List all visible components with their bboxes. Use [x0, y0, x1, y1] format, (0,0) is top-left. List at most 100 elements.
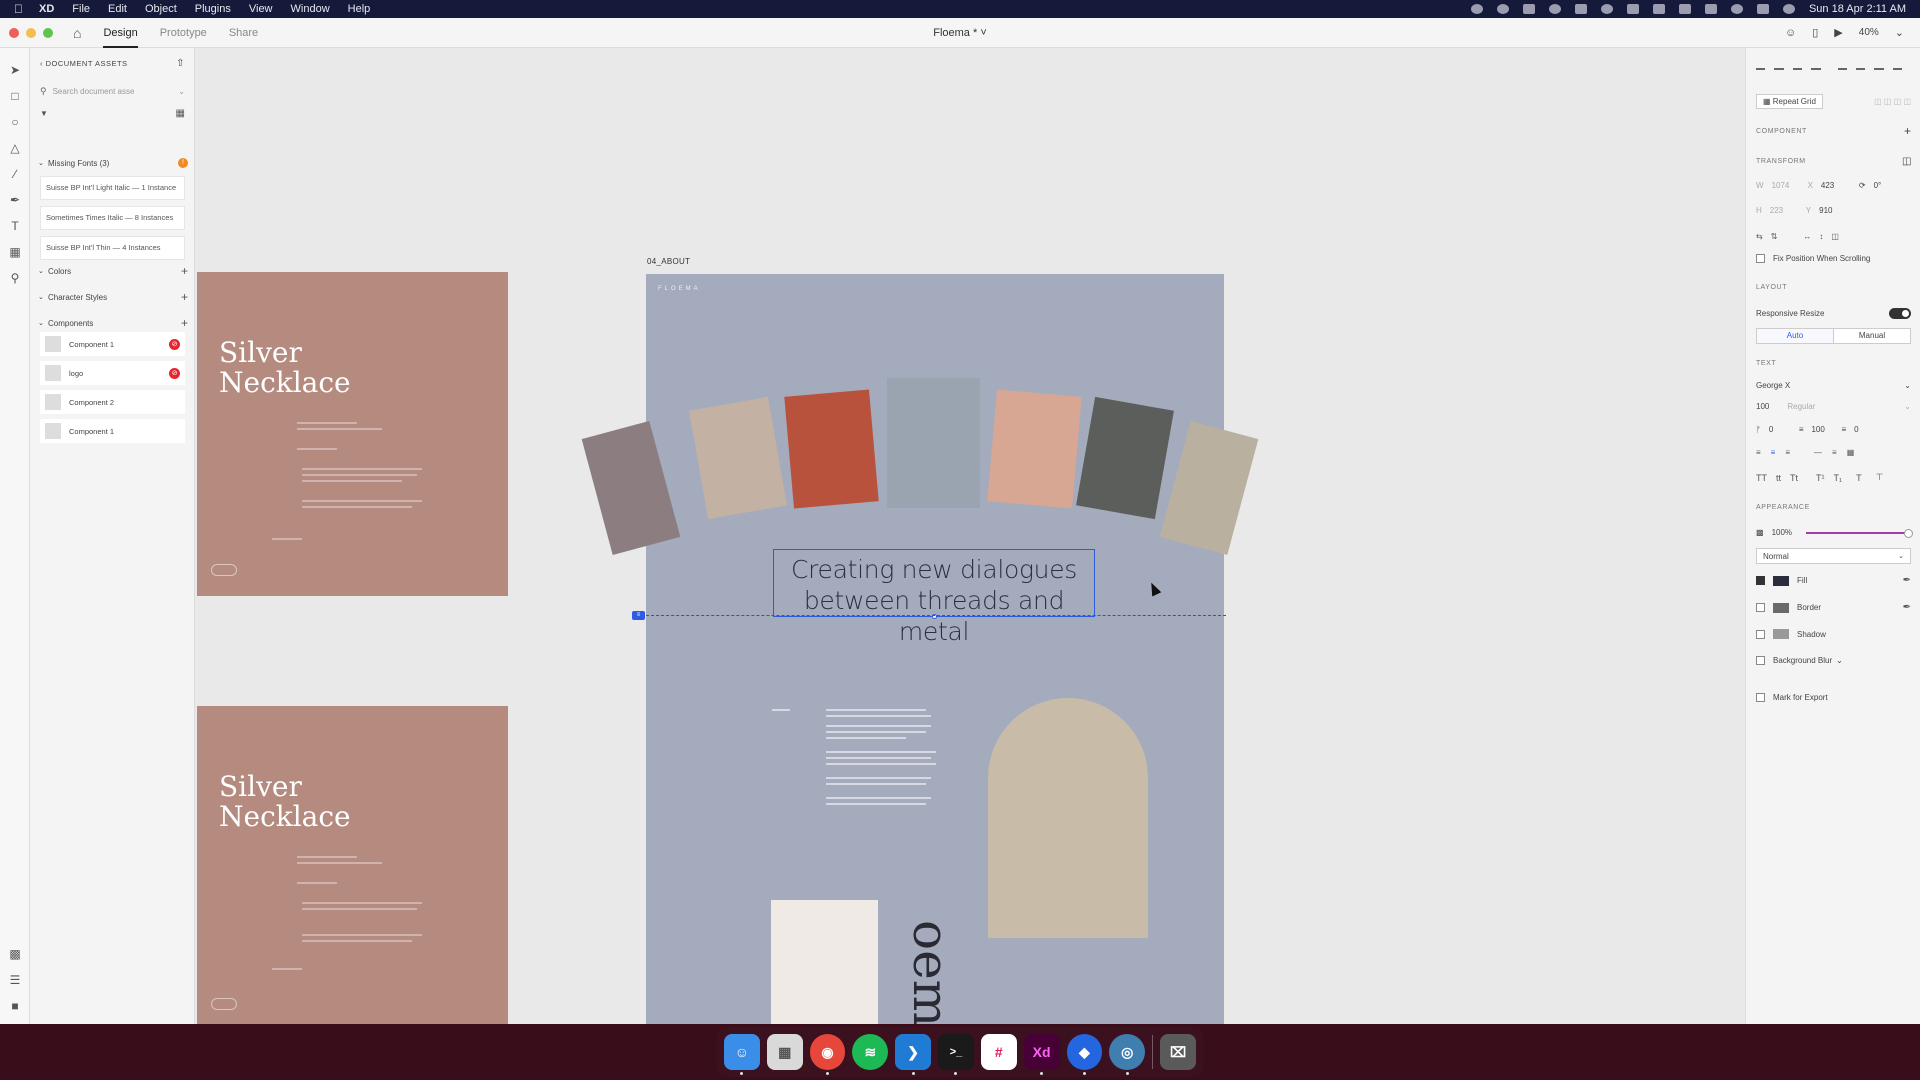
underline-icon[interactable]: T — [1856, 473, 1862, 483]
battery-icon[interactable] — [1626, 4, 1639, 14]
width-input[interactable]: 1074 — [1772, 181, 1806, 190]
cloud-icon[interactable] — [1522, 4, 1535, 14]
fit-both-icon[interactable]: ◫ — [1831, 232, 1839, 241]
zoom-button[interactable] — [43, 27, 53, 38]
creative-cloud-icon[interactable] — [1496, 4, 1509, 14]
dock-chrome-icon[interactable]: ◉ — [809, 1034, 846, 1075]
boolean-ops-icons[interactable]: ◫ ◫ ◫ ◫ — [1874, 97, 1911, 106]
eyedropper-icon[interactable]: ✒ — [1903, 602, 1911, 613]
component-item[interactable]: Component 1 ⊘ — [40, 332, 185, 356]
photo-model-3[interactable] — [784, 389, 879, 509]
dock-terminal-icon[interactable]: >_ — [938, 1034, 974, 1075]
upload-icon[interactable] — [1574, 4, 1587, 14]
text-tool-icon[interactable]: T — [7, 218, 23, 234]
photo-model-5[interactable] — [987, 389, 1082, 509]
menu-plugins[interactable]: Plugins — [195, 3, 231, 15]
fill-swatch[interactable] — [1773, 575, 1789, 586]
titlecase-icon[interactable]: Tt — [1790, 473, 1798, 483]
lowercase-icon[interactable]: tt — [1776, 473, 1781, 483]
fit-width-icon[interactable]: ↔ — [1803, 232, 1811, 241]
mute-icon[interactable] — [1704, 4, 1717, 14]
plugins-icon[interactable]: ▩ — [7, 946, 23, 962]
shadow-swatch[interactable] — [1773, 629, 1789, 639]
add-style-icon[interactable]: + — [181, 290, 188, 304]
uppercase-icon[interactable]: TT — [1756, 473, 1767, 483]
auto-height-icon[interactable]: ≡ — [1832, 448, 1837, 457]
blend-mode-select[interactable]: Normal ⌄ — [1756, 548, 1911, 564]
dock-slack-icon[interactable]: # — [980, 1034, 1017, 1070]
zoom-tool-icon[interactable]: ⚲ — [7, 270, 23, 286]
document-title[interactable]: Floema * ˅ — [933, 27, 987, 39]
ellipse-tool-icon[interactable]: ○ — [7, 114, 23, 130]
dock-trash-icon[interactable]: ⌧ — [1160, 1034, 1196, 1070]
font-size-input[interactable]: 100 — [1756, 402, 1769, 411]
superscript-icon[interactable]: T¹ — [1816, 473, 1825, 483]
add-component-icon[interactable]: + — [1904, 124, 1911, 138]
sync-icon[interactable] — [1548, 4, 1561, 14]
y-input[interactable]: 910 — [1819, 206, 1853, 215]
artboard-label[interactable]: 04_ABOUT — [647, 257, 690, 266]
opacity-slider[interactable] — [1806, 528, 1913, 538]
menu-app-name[interactable]: XD — [39, 3, 54, 15]
fix-position-checkbox[interactable] — [1756, 254, 1765, 263]
component-item[interactable]: Component 1 — [40, 419, 185, 443]
eyedropper-icon[interactable]: ✒ — [1903, 575, 1911, 586]
tab-share[interactable]: Share — [229, 18, 258, 48]
align-left-icon[interactable] — [1837, 60, 1847, 70]
paragraph-spacing-input[interactable]: 0 — [1854, 425, 1858, 434]
font-family-select[interactable]: George X — [1756, 381, 1790, 390]
fixed-size-icon[interactable]: ▦ — [1847, 448, 1855, 457]
rectangle-tool-icon[interactable]: □ — [7, 88, 23, 104]
design-canvas[interactable]: Silver Necklace Silver Necklace 04_ABOUT… — [196, 48, 1744, 1024]
artboard-silver-necklace-2[interactable]: Silver Necklace — [197, 706, 508, 1024]
menu-edit[interactable]: Edit — [108, 3, 127, 15]
align-bottom-icon[interactable] — [1792, 60, 1803, 70]
portrait-photo[interactable] — [988, 698, 1148, 938]
fit-height-icon[interactable]: ↕ — [1819, 232, 1823, 241]
clock[interactable]: Sun 18 Apr 2:11 AM — [1809, 3, 1906, 15]
resize-auto-button[interactable]: Auto — [1757, 329, 1834, 343]
text-align-left-icon[interactable]: ≡ — [1756, 448, 1761, 457]
guide-tag[interactable]: ≡ — [632, 611, 645, 620]
tab-prototype[interactable]: Prototype — [160, 18, 207, 48]
control-center-icon[interactable] — [1756, 4, 1769, 14]
apple-icon[interactable]:  — [14, 2, 23, 16]
resize-manual-button[interactable]: Manual — [1834, 329, 1910, 343]
auto-width-icon[interactable]: — — [1814, 448, 1822, 457]
search-icon[interactable] — [1730, 4, 1743, 14]
border-checkbox[interactable] — [1756, 603, 1765, 612]
shadow-checkbox[interactable] — [1756, 629, 1765, 639]
play-preview-icon[interactable]: ▶ — [1834, 26, 1842, 39]
fix-position-row[interactable]: Fix Position When Scrolling — [1756, 254, 1911, 263]
flag-icon[interactable] — [1652, 4, 1665, 14]
menu-help[interactable]: Help — [348, 3, 371, 15]
strikethrough-icon[interactable]: ⊤ — [1876, 472, 1884, 483]
character-styles-header[interactable]: ⌄ Character Styles + — [38, 290, 188, 304]
distribute-h-icon[interactable] — [1892, 60, 1902, 70]
zoom-level[interactable]: 40% — [1859, 27, 1879, 38]
flip-vertical-icon[interactable]: ⇅ — [1771, 232, 1778, 241]
components-header[interactable]: ⌄ Components + — [38, 316, 188, 330]
chevron-down-icon[interactable]: ⌄ — [1904, 381, 1911, 390]
photo-model-4[interactable] — [887, 378, 980, 508]
heading-text-box[interactable]: Creating new dialogues between threads a… — [773, 549, 1095, 646]
subscript-icon[interactable]: T₁ — [1834, 473, 1843, 483]
align-center-icon[interactable] — [1855, 60, 1866, 70]
assets-icon[interactable]: ■ — [7, 998, 23, 1014]
filter-icon[interactable]: ▼ — [40, 109, 48, 118]
component-item[interactable]: Component 2 — [40, 390, 185, 414]
background-blur-checkbox[interactable] — [1756, 656, 1765, 665]
responsive-resize-toggle[interactable] — [1889, 308, 1911, 319]
distribute-v-icon[interactable] — [1811, 60, 1821, 70]
align-middle-icon[interactable] — [1774, 60, 1784, 70]
x-input[interactable]: 423 — [1821, 181, 1855, 190]
text-align-right-icon[interactable]: ≡ — [1785, 448, 1790, 457]
align-right-icon[interactable] — [1874, 60, 1884, 70]
asset-search[interactable]: ⚲ Search document asse ⌄ — [40, 82, 185, 100]
chevron-down-icon[interactable]: ⌄ — [1836, 656, 1843, 665]
opacity-input[interactable]: 100% — [1772, 528, 1792, 537]
fill-checkbox[interactable] — [1756, 576, 1765, 585]
menu-window[interactable]: Window — [291, 3, 330, 15]
polygon-tool-icon[interactable]: △ — [7, 140, 23, 156]
rotation-input[interactable]: 0° — [1874, 181, 1882, 190]
